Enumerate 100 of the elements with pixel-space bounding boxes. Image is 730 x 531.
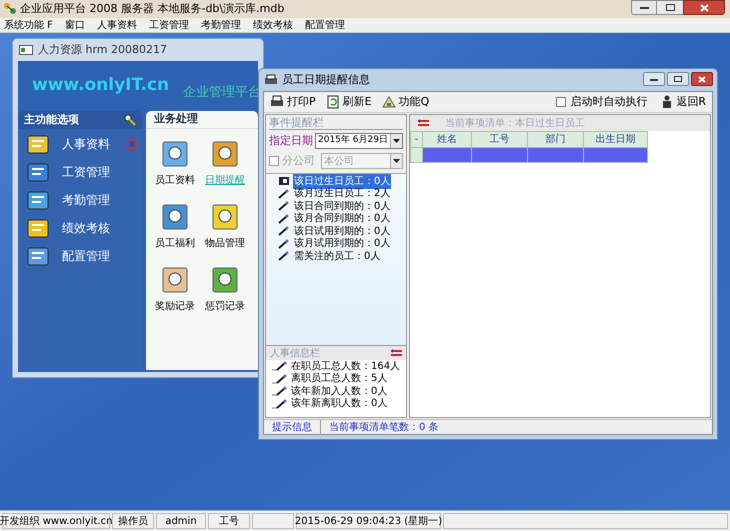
module-icon: [26, 217, 50, 239]
menu-item[interactable]: 绩效考核: [252, 18, 293, 32]
printer-icon: [270, 95, 284, 109]
window-title: 企业应用平台 2008 服务器 本地服务-db\演示库.mdb: [20, 0, 284, 17]
module-icon: [160, 202, 190, 232]
field-label: 指定日期: [269, 132, 313, 149]
column-header[interactable]: 部门: [528, 132, 584, 148]
hrm-window-title: 人力资源 hrm 20080217: [38, 42, 167, 58]
info-item: 该年新加入人数：0人: [291, 384, 388, 398]
pen-icon: [278, 201, 290, 212]
status-cell: [252, 513, 294, 529]
tree-item[interactable]: 该月试用到期的：0人: [293, 236, 392, 252]
module-icon: [26, 161, 50, 183]
sidebar-item[interactable]: 绩效考核: [26, 217, 142, 239]
toolbar-button[interactable]: 刷新E: [326, 94, 372, 110]
column-header[interactable]: 工号: [472, 132, 528, 148]
minimize-button[interactable]: [631, 0, 657, 15]
module-icon: [210, 139, 240, 169]
pen-icon: [272, 361, 288, 372]
minimize-button[interactable]: [643, 72, 665, 86]
refresh-icon: [326, 95, 340, 109]
column-header[interactable]: 姓名: [422, 132, 472, 148]
tile-label[interactable]: 物品管理: [205, 236, 245, 251]
tree-item[interactable]: 需关注的员工：0人: [293, 248, 382, 264]
close-button[interactable]: [691, 72, 713, 86]
module-icon: [160, 139, 190, 169]
pen-icon: [272, 386, 288, 396]
menu-item[interactable]: 配置管理: [304, 18, 345, 32]
swap-arrows-icon: [391, 349, 402, 357]
window-icon: [19, 45, 33, 55]
maximize-button[interactable]: [657, 0, 683, 15]
sidebar-item[interactable]: 工资管理: [26, 161, 142, 183]
sidebar-item[interactable]: 人事资料: [26, 133, 142, 155]
person-icon: [661, 95, 674, 109]
maximize-icon: [674, 76, 682, 82]
checkbox-label: 启动时自动执行: [570, 94, 648, 110]
maximize-icon: [666, 4, 674, 11]
module-icon: [26, 245, 50, 267]
sidebar-item[interactable]: 考勤管理: [26, 189, 142, 211]
module-icon: [160, 265, 190, 295]
table-cell[interactable]: [584, 148, 648, 162]
list-caption: 当前事项清单：本日过生日员工: [445, 116, 585, 130]
tile-label[interactable]: 员工福利: [155, 236, 195, 251]
dropdown-icon: [393, 139, 400, 143]
triangle-icon: [382, 95, 396, 109]
row-marker: -: [410, 132, 422, 148]
module-icon: [210, 265, 240, 295]
tree-item[interactable]: 该月合同到期的：0人: [293, 211, 392, 226]
menu-item[interactable]: 工资管理: [148, 18, 189, 32]
pen-icon: [272, 398, 288, 409]
module-icon: [26, 133, 50, 155]
date-field[interactable]: 2015年 6月29日: [315, 133, 403, 149]
tree-item[interactable]: 该日合同到期的：0人: [293, 198, 392, 214]
table-cell[interactable]: [528, 148, 584, 162]
panel-title: 人事信息栏: [270, 346, 320, 360]
menu-item[interactable]: 窗口: [64, 18, 85, 32]
status-text: 当前事项清单笔数：0 条: [329, 420, 439, 434]
module-icon: [26, 189, 50, 211]
status-cell: 开发组织 www.onlyit.cn: [2, 513, 110, 529]
close-icon: [698, 76, 706, 82]
pen-icon: [272, 374, 288, 384]
status-text: 提示信息: [272, 420, 321, 434]
table-cell[interactable]: [472, 148, 528, 162]
info-item: 该年新离职人数：0人: [291, 396, 388, 412]
menu-item[interactable]: 考勤管理: [200, 18, 241, 32]
minimize-icon: [640, 6, 648, 10]
status-cell: 2015-06-29 09:04:23 (星期一): [296, 513, 441, 529]
printer-icon: [264, 74, 278, 86]
panel-title: 事件提醒栏: [269, 115, 403, 130]
status-cell: admin: [156, 513, 206, 529]
status-cell: 操作员: [112, 513, 154, 529]
app-icon: [3, 2, 17, 16]
toolbar-button[interactable]: 功能Q: [382, 94, 430, 110]
pen-icon: [278, 238, 290, 249]
tile-label[interactable]: 员工资料: [155, 173, 195, 188]
column-header[interactable]: 出生日期: [584, 132, 648, 148]
maximize-button[interactable]: [667, 72, 689, 86]
module-icon: [210, 202, 240, 232]
tree-item[interactable]: 该日试用到期的：0人: [293, 224, 392, 239]
tree-item[interactable]: 该月过生日员工：2人: [293, 186, 392, 202]
logo-text: www.onlyIT.cn: [32, 74, 170, 98]
info-item: 在职员工总人数：164人: [291, 360, 400, 372]
close-icon: [700, 4, 708, 12]
tree-item[interactable]: 该日过生日员工：0人: [293, 174, 392, 189]
tile-label[interactable]: 惩罚记录: [205, 299, 245, 314]
back-button[interactable]: 返回R: [661, 94, 706, 110]
pen-icon: [278, 251, 290, 262]
toolbar-button[interactable]: 打印P: [270, 94, 316, 110]
pen-icon: [278, 214, 290, 224]
dropdown-icon: [393, 159, 400, 163]
tile-label[interactable]: 奖励记录: [155, 299, 195, 314]
pen-icon: [278, 188, 290, 199]
swap-arrows-icon: [418, 119, 429, 127]
checkbox[interactable]: [556, 97, 566, 107]
close-button[interactable]: [683, 0, 725, 15]
table-cell[interactable]: [422, 148, 472, 162]
sidebar-item[interactable]: 配置管理: [26, 245, 142, 267]
menu-item[interactable]: 系统功能 F: [4, 18, 53, 32]
dialog-title: 员工日期提醒信息: [282, 72, 370, 88]
menu-item[interactable]: 人事资料: [96, 18, 137, 32]
